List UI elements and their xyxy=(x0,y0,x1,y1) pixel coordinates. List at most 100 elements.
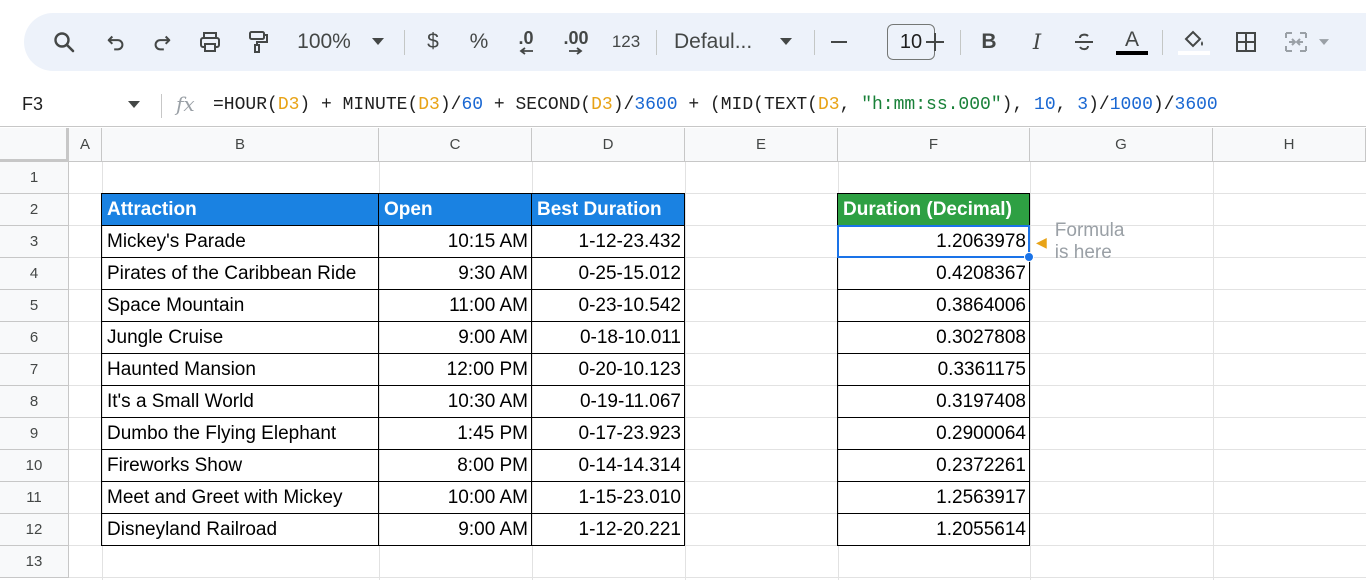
percent-format-button[interactable]: % xyxy=(464,13,494,71)
open-time-cell[interactable]: 1:45 PM xyxy=(379,418,532,450)
table-header-attraction[interactable]: Attraction xyxy=(102,194,379,226)
formula-input[interactable]: =HOUR(D3) + MINUTE(D3)/60 + SECOND(D3)/3… xyxy=(213,95,1218,115)
row-header-12[interactable]: 12 xyxy=(0,514,69,546)
row-header-1[interactable]: 1 xyxy=(0,162,69,194)
best-duration-cell[interactable]: 0-19-11.067 xyxy=(532,386,685,418)
open-time-cell[interactable]: 9:00 AM xyxy=(379,514,532,546)
best-duration-cell[interactable]: 0-20-10.123 xyxy=(532,354,685,386)
paint-format-button[interactable] xyxy=(238,13,278,71)
fill-color-button[interactable] xyxy=(1174,13,1214,71)
row-header-6[interactable]: 6 xyxy=(0,322,69,354)
open-time-cell[interactable]: 9:30 AM xyxy=(379,258,532,290)
row-header-3[interactable]: 3 xyxy=(0,226,69,258)
decimal-duration-cell[interactable]: 1.2563917 xyxy=(838,482,1030,514)
open-time-cell[interactable]: 12:00 PM xyxy=(379,354,532,386)
increase-decimal-button[interactable]: .00 xyxy=(554,13,598,71)
decimal-duration-cell[interactable]: 0.2372261 xyxy=(838,450,1030,482)
bold-button[interactable]: B xyxy=(974,13,1004,71)
italic-button[interactable]: I xyxy=(1022,13,1052,71)
decimal-duration-cell[interactable]: 0.3361175 xyxy=(838,354,1030,386)
open-time-cell[interactable]: 10:00 AM xyxy=(379,482,532,514)
borders-icon xyxy=(1235,31,1257,53)
decrease-decimal-button[interactable]: .0 xyxy=(506,13,546,71)
zoom-value[interactable]: 100% xyxy=(292,13,356,71)
merge-cells-button[interactable] xyxy=(1278,13,1314,71)
decimal-duration-cell[interactable]: 0.4208367 xyxy=(838,258,1030,290)
fill-handle[interactable] xyxy=(1024,252,1034,262)
strikethrough-button[interactable] xyxy=(1068,13,1100,71)
borders-button[interactable] xyxy=(1228,13,1264,71)
formula-bar-divider xyxy=(161,94,162,118)
increase-font-size-button[interactable] xyxy=(920,13,950,71)
row-header-7[interactable]: 7 xyxy=(0,354,69,386)
table-header-open[interactable]: Open xyxy=(379,194,532,226)
decimal-duration-cell[interactable]: 1.2055614 xyxy=(838,514,1030,546)
best-duration-cell[interactable]: 1-12-20.221 xyxy=(532,514,685,546)
font-family-select[interactable]: Defaul... xyxy=(674,13,768,71)
text-color-button[interactable]: A xyxy=(1114,13,1150,71)
print-button[interactable] xyxy=(190,13,230,71)
fx-icon: fx xyxy=(176,92,195,116)
row-header-10[interactable]: 10 xyxy=(0,450,69,482)
best-duration-cell[interactable]: 1-15-23.010 xyxy=(532,482,685,514)
caret-down-icon xyxy=(372,38,384,46)
decimal-duration-cell[interactable]: 1.2063978 xyxy=(838,226,1030,258)
row-header-8[interactable]: 8 xyxy=(0,386,69,418)
open-time-cell[interactable]: 11:00 AM xyxy=(379,290,532,322)
column-header-e[interactable]: E xyxy=(685,128,838,162)
column-header-f[interactable]: F xyxy=(838,128,1030,162)
name-box[interactable]: F3 xyxy=(22,94,43,115)
more-formats-button[interactable]: 123 xyxy=(606,13,646,71)
column-header-d[interactable]: D xyxy=(532,128,685,162)
decimal-duration-cell[interactable]: 0.3197408 xyxy=(838,386,1030,418)
open-time-cell[interactable]: 10:15 AM xyxy=(379,226,532,258)
decimal-duration-cell[interactable]: 0.3864006 xyxy=(838,290,1030,322)
column-header-c[interactable]: C xyxy=(379,128,532,162)
formula-token: D3 xyxy=(418,95,440,115)
redo-icon xyxy=(151,31,173,53)
zoom-dropdown[interactable] xyxy=(368,13,388,71)
best-duration-cell[interactable]: 0-14-14.314 xyxy=(532,450,685,482)
row-header-13[interactable]: 13 xyxy=(0,546,69,578)
row-header-4[interactable]: 4 xyxy=(0,258,69,290)
table-header-best-duration[interactable]: Best Duration xyxy=(532,194,685,226)
row-header-11[interactable]: 11 xyxy=(0,482,69,514)
open-time-cell[interactable]: 8:00 PM xyxy=(379,450,532,482)
merge-cells-dropdown[interactable] xyxy=(1316,13,1332,71)
name-box-dropdown[interactable] xyxy=(128,101,140,108)
attraction-cell[interactable]: Pirates of the Caribbean Ride xyxy=(102,258,379,290)
font-family-dropdown[interactable] xyxy=(776,13,796,71)
decimal-header[interactable]: Duration (Decimal) xyxy=(838,194,1030,226)
column-header-h[interactable]: H xyxy=(1213,128,1366,162)
row-header-9[interactable]: 9 xyxy=(0,418,69,450)
attraction-cell[interactable]: Space Mountain xyxy=(102,290,379,322)
attraction-cell[interactable]: It's a Small World xyxy=(102,386,379,418)
attraction-cell[interactable]: Meet and Greet with Mickey xyxy=(102,482,379,514)
best-duration-cell[interactable]: 1-12-23.432 xyxy=(532,226,685,258)
open-time-cell[interactable]: 10:30 AM xyxy=(379,386,532,418)
decimal-duration-cell[interactable]: 0.2900064 xyxy=(838,418,1030,450)
undo-button[interactable] xyxy=(96,13,136,71)
currency-format-button[interactable]: $ xyxy=(418,13,448,71)
attraction-cell[interactable]: Disneyland Railroad xyxy=(102,514,379,546)
select-all-corner[interactable] xyxy=(0,128,69,162)
attraction-cell[interactable]: Jungle Cruise xyxy=(102,322,379,354)
best-duration-cell[interactable]: 0-25-15.012 xyxy=(532,258,685,290)
best-duration-cell[interactable]: 0-18-10.011 xyxy=(532,322,685,354)
decrease-font-size-button[interactable] xyxy=(824,13,854,71)
attraction-cell[interactable]: Mickey's Parade xyxy=(102,226,379,258)
search-menus-button[interactable] xyxy=(42,13,86,71)
row-header-2[interactable]: 2 xyxy=(0,194,69,226)
decimal-duration-cell[interactable]: 0.3027808 xyxy=(838,322,1030,354)
best-duration-cell[interactable]: 0-17-23.923 xyxy=(532,418,685,450)
attraction-cell[interactable]: Dumbo the Flying Elephant xyxy=(102,418,379,450)
column-header-b[interactable]: B xyxy=(102,128,379,162)
column-header-a[interactable]: A xyxy=(69,128,102,162)
column-header-g[interactable]: G xyxy=(1030,128,1213,162)
best-duration-cell[interactable]: 0-23-10.542 xyxy=(532,290,685,322)
open-time-cell[interactable]: 9:00 AM xyxy=(379,322,532,354)
row-header-5[interactable]: 5 xyxy=(0,290,69,322)
attraction-cell[interactable]: Haunted Mansion xyxy=(102,354,379,386)
redo-button[interactable] xyxy=(142,13,182,71)
attraction-cell[interactable]: Fireworks Show xyxy=(102,450,379,482)
